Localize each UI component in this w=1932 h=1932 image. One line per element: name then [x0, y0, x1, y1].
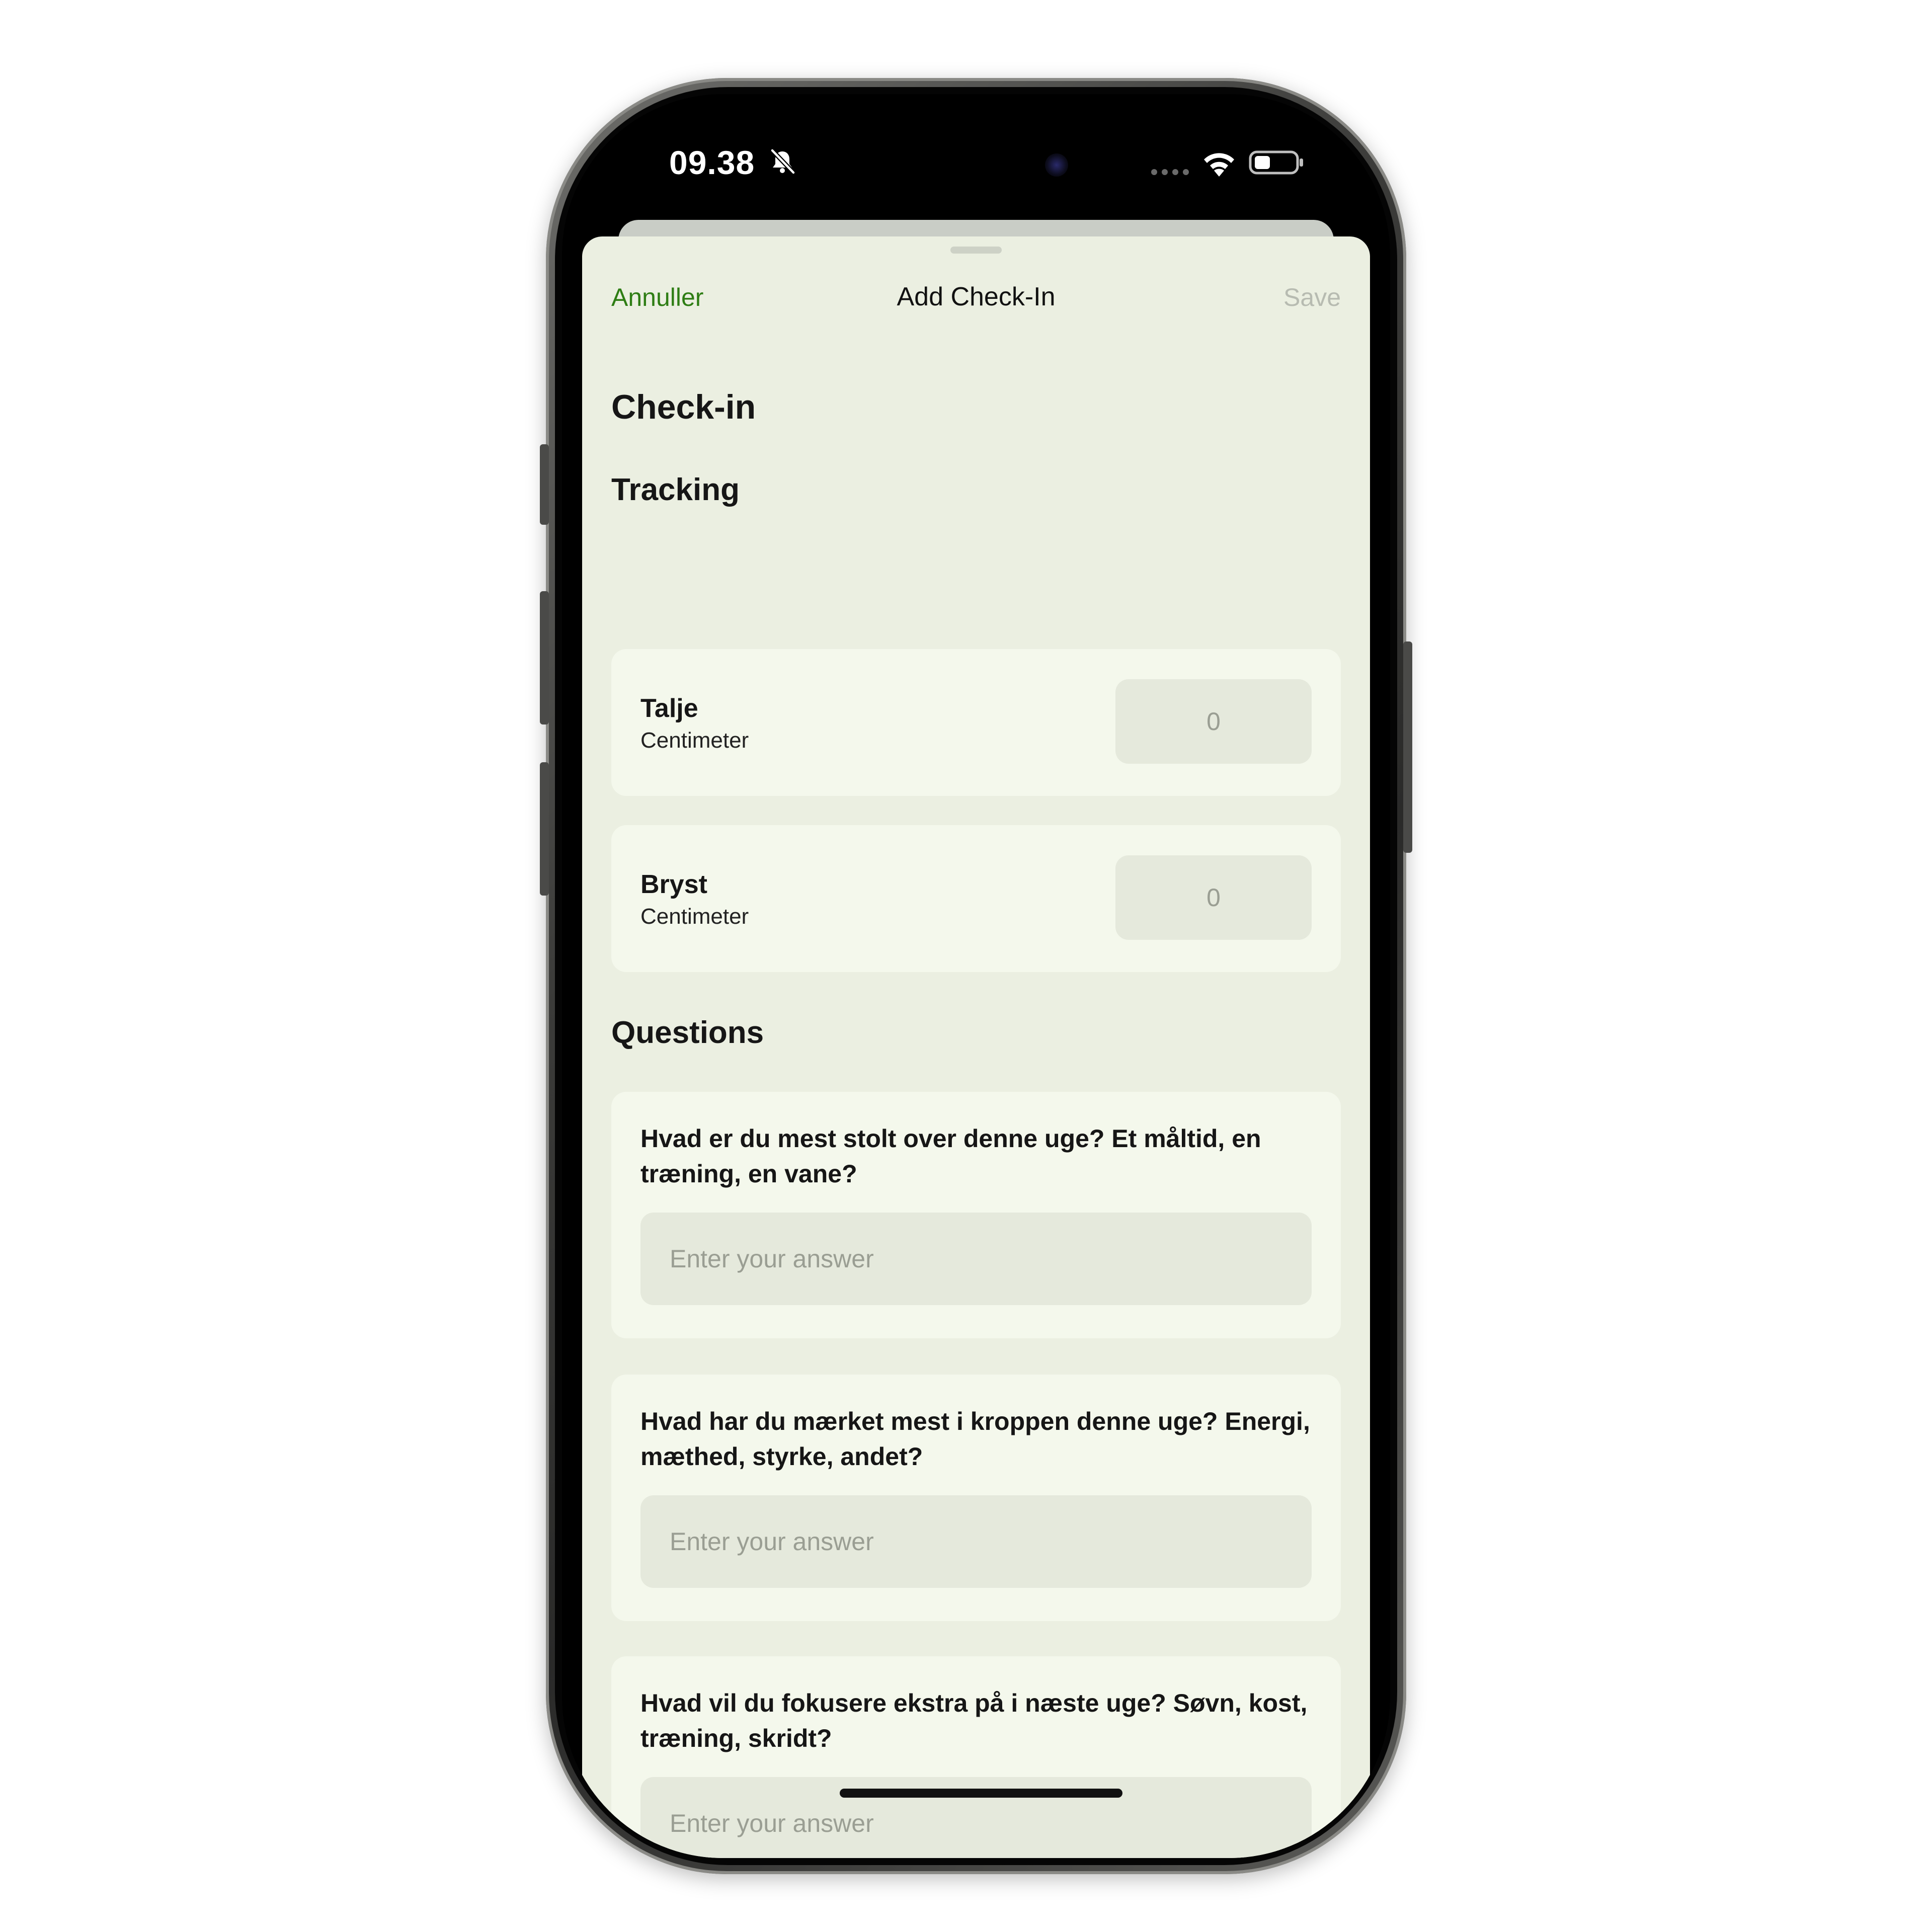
screen: 09.38 Annuller Add Check-In Save Check-i…: [562, 94, 1390, 1858]
home-indicator[interactable]: [840, 1789, 1122, 1798]
volume-up-button: [540, 591, 549, 725]
question-card-2: Hvad har du mærket mest i kroppen denne …: [611, 1375, 1341, 1621]
question-text: Hvad vil du fokusere ekstra på i næste u…: [640, 1689, 1308, 1752]
power-button: [1403, 641, 1412, 853]
metric-unit: Centimeter: [640, 728, 749, 753]
sheet-grabber[interactable]: [950, 247, 1002, 254]
metric-unit: Centimeter: [640, 904, 749, 929]
talje-input[interactable]: 0: [1115, 679, 1312, 764]
answer-input-2[interactable]: Enter your answer: [640, 1495, 1312, 1588]
page-title: Check-in: [611, 388, 756, 426]
question-card-1: Hvad er du mest stolt over denne uge? Et…: [611, 1092, 1341, 1338]
status-time: 09.38: [669, 144, 755, 181]
save-button[interactable]: Save: [1283, 283, 1341, 312]
bell-slash-icon: [770, 148, 795, 175]
front-camera: [1045, 153, 1068, 177]
wifi-icon: [1204, 153, 1234, 177]
add-checkin-sheet: Annuller Add Check-In Save Check-in Trac…: [582, 236, 1370, 1858]
battery-icon: [1249, 150, 1303, 175]
volume-down-button: [540, 762, 549, 896]
answer-input-1[interactable]: Enter your answer: [640, 1213, 1312, 1305]
metric-name: Bryst: [640, 870, 707, 899]
tracking-card-bryst: Bryst Centimeter 0: [611, 825, 1341, 972]
question-card-3: Hvad vil du fokusere ekstra på i næste u…: [611, 1656, 1341, 1858]
signal-dots-icon: [1151, 169, 1189, 175]
tracking-heading: Tracking: [611, 472, 740, 507]
question-text: Hvad har du mærket mest i kroppen denne …: [640, 1407, 1310, 1471]
question-text: Hvad er du mest stolt over denne uge? Et…: [640, 1124, 1261, 1188]
action-button: [540, 444, 549, 525]
tracking-card-talje: Talje Centimeter 0: [611, 649, 1341, 796]
questions-heading: Questions: [611, 1015, 764, 1050]
nav-title: Add Check-In: [897, 282, 1056, 311]
bryst-input[interactable]: 0: [1115, 855, 1312, 940]
metric-name: Talje: [640, 694, 698, 723]
